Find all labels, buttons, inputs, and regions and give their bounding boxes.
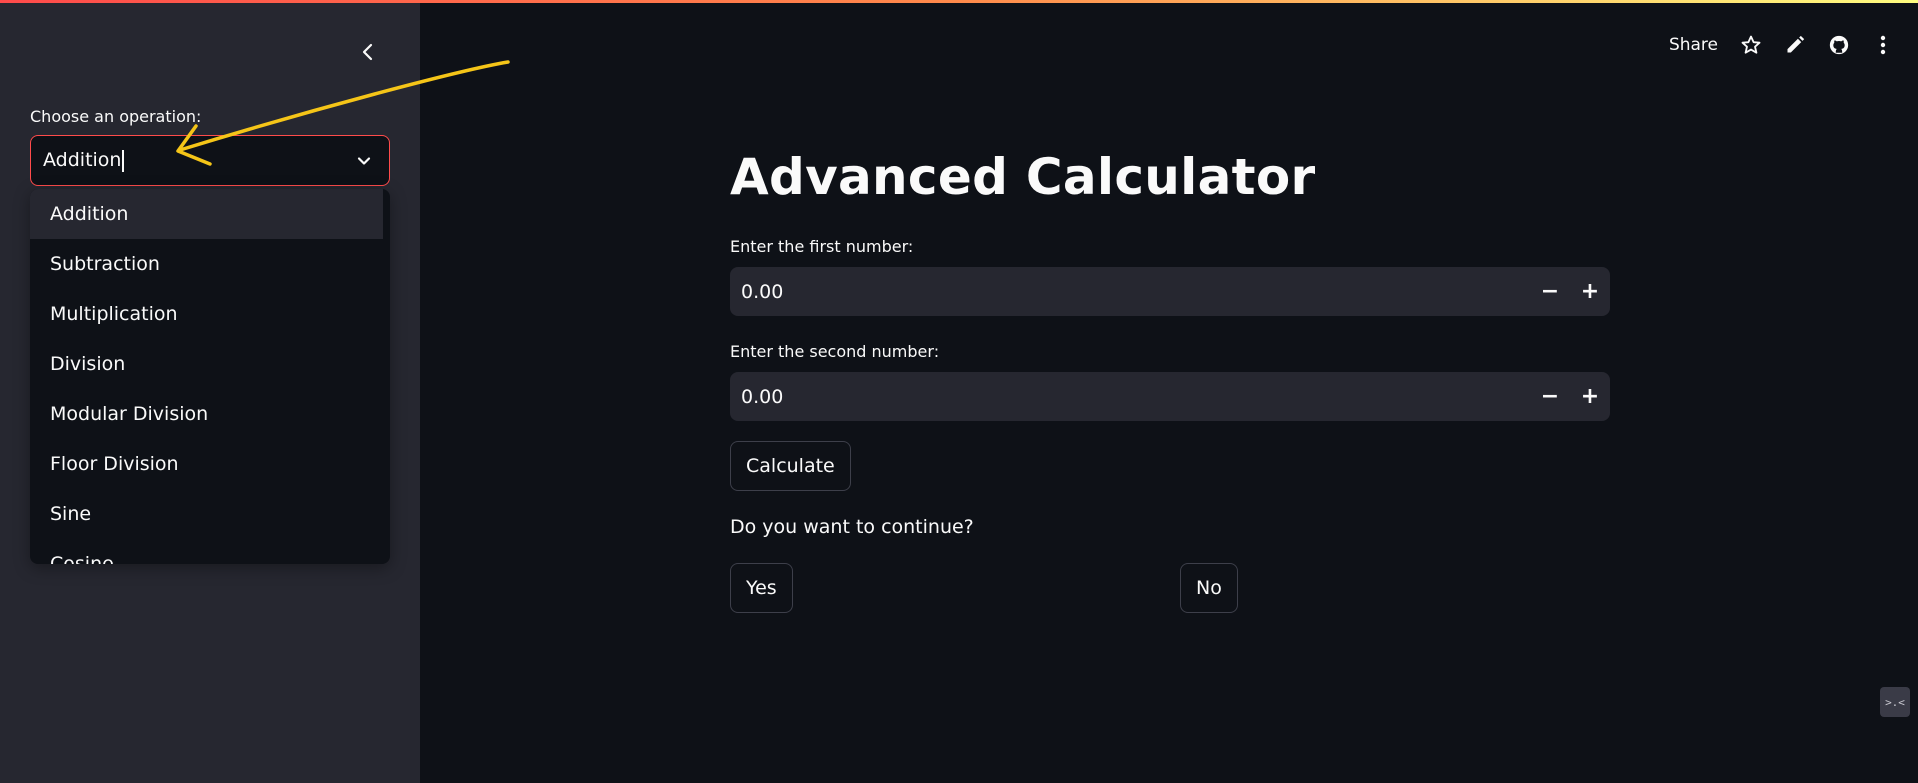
star-button[interactable] <box>1740 34 1762 56</box>
first-number-increment-button[interactable]: + <box>1570 267 1610 316</box>
dropdown-option-sine[interactable]: Sine <box>30 489 383 539</box>
dropdown-option-addition[interactable]: Addition <box>30 189 383 239</box>
page-title: Advanced Calculator <box>730 148 1316 206</box>
github-button[interactable] <box>1828 34 1850 56</box>
chevron-left-icon <box>362 43 373 61</box>
first-number-field: − + <box>730 267 1610 316</box>
sidebar: Choose an operation: Addition Addition S… <box>0 3 420 783</box>
operation-label: Choose an operation: <box>30 107 202 126</box>
more-vertical-icon <box>1880 35 1886 55</box>
edit-button[interactable] <box>1784 34 1806 56</box>
header-toolbar: Share <box>1669 30 1894 60</box>
calculate-button[interactable]: Calculate <box>730 441 851 491</box>
dropdown-option-multiplication[interactable]: Multiplication <box>30 289 383 339</box>
operation-dropdown-list: Addition Subtraction Multiplication Divi… <box>30 189 390 564</box>
text-cursor <box>122 149 124 172</box>
share-button[interactable]: Share <box>1669 35 1718 55</box>
dropdown-option-subtraction[interactable]: Subtraction <box>30 239 383 289</box>
chevron-down-icon <box>357 157 371 165</box>
star-icon <box>1741 35 1761 54</box>
first-number-input[interactable] <box>730 280 1530 303</box>
pencil-icon <box>1787 35 1805 53</box>
second-number-label: Enter the second number: <box>730 342 940 361</box>
first-number-label: Enter the first number: <box>730 237 914 256</box>
main-content: Advanced Calculator Enter the first numb… <box>730 0 1610 783</box>
second-number-input[interactable] <box>730 385 1530 408</box>
dropdown-option-division[interactable]: Division <box>30 339 383 389</box>
first-number-decrement-button[interactable]: − <box>1530 267 1570 316</box>
dropdown-option-cosine[interactable]: Cosine <box>30 539 383 564</box>
no-button[interactable]: No <box>1180 563 1238 613</box>
main-menu-button[interactable] <box>1872 34 1894 56</box>
collapse-sidebar-button[interactable] <box>355 39 381 65</box>
dropdown-option-floor-division[interactable]: Floor Division <box>30 439 383 489</box>
dropdown-option-modular-division[interactable]: Modular Division <box>30 389 383 439</box>
operation-select-value[interactable]: Addition <box>43 149 124 172</box>
second-number-increment-button[interactable]: + <box>1570 372 1610 421</box>
second-number-decrement-button[interactable]: − <box>1530 372 1570 421</box>
status-widget-icon[interactable]: >.< <box>1880 687 1910 717</box>
continue-question: Do you want to continue? <box>730 516 974 538</box>
yes-button[interactable]: Yes <box>730 563 793 613</box>
second-number-field: − + <box>730 372 1610 421</box>
operation-select[interactable]: Addition <box>30 135 390 186</box>
selected-operation-text: Addition <box>43 149 122 172</box>
github-icon <box>1829 35 1849 55</box>
